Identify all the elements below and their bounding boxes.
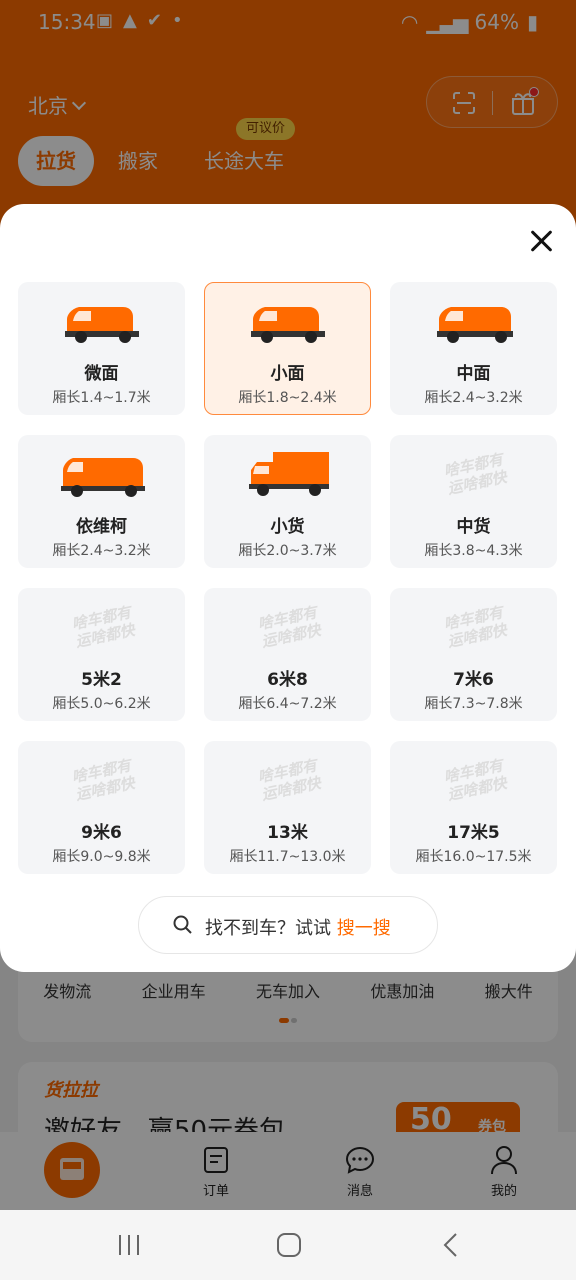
- vehicle-card-iveco[interactable]: 依维柯 厢长2.4~3.2米: [18, 435, 185, 568]
- truck-image: [249, 452, 329, 496]
- vehicle-name: 5米2: [81, 670, 122, 690]
- vehicle-card-17m5[interactable]: 啥车都有 运啥都快 17米5 厢长16.0~17.5米: [390, 741, 557, 874]
- placeholder-watermark: 啥车都有 运啥都快: [442, 603, 509, 651]
- vehicle-select-sheet: 微面 厢长1.4~1.7米 小面 厢长1.8~2.4米 中面 厢长2.4~3.2…: [0, 204, 576, 972]
- vehicle-name: 6米8: [267, 670, 308, 690]
- close-button[interactable]: [524, 224, 558, 258]
- vehicle-size: 厢长1.8~2.4米: [238, 390, 337, 406]
- recent-apps-icon[interactable]: [114, 1230, 144, 1260]
- placeholder-watermark: 啥车都有 运啥都快: [256, 756, 323, 804]
- vehicle-card-mini-van[interactable]: 微面 厢长1.4~1.7米: [18, 282, 185, 415]
- vehicle-size: 厢长3.8~4.3米: [424, 543, 523, 559]
- search-prefix: 找不到车？试试: [205, 918, 337, 939]
- vehicle-card-small-truck[interactable]: 小货 厢长2.0~3.7米: [204, 435, 371, 568]
- vehicle-card-9m6[interactable]: 啥车都有 运啥都快 9米6 厢长9.0~9.8米: [18, 741, 185, 874]
- vehicle-name: 微面: [84, 364, 119, 384]
- vehicle-card-small-van[interactable]: 小面 厢长1.8~2.4米: [204, 282, 371, 415]
- vehicle-name: 13米: [267, 823, 308, 843]
- vehicle-name: 7米6: [453, 670, 494, 690]
- search-vehicle-button[interactable]: 找不到车？试试 搜一搜: [138, 896, 438, 954]
- search-prompt: 找不到车？试试 搜一搜: [205, 914, 391, 940]
- vehicle-size: 厢长1.4~1.7米: [52, 390, 151, 406]
- placeholder-watermark: 啥车都有 运啥都快: [442, 450, 509, 498]
- placeholder-watermark: 啥车都有 运啥都快: [70, 603, 137, 651]
- van-image: [437, 307, 513, 343]
- vehicle-size: 厢长7.3~7.8米: [424, 696, 523, 712]
- placeholder-watermark: 啥车都有 运啥都快: [70, 756, 137, 804]
- van-image: [65, 307, 139, 343]
- back-icon[interactable]: [436, 1230, 466, 1260]
- search-icon: [173, 915, 192, 934]
- vehicle-card-medium-van[interactable]: 中面 厢长2.4~3.2米: [390, 282, 557, 415]
- vehicle-card-6m8[interactable]: 啥车都有 运啥都快 6米8 厢长6.4~7.2米: [204, 588, 371, 721]
- vehicle-name: 9米6: [81, 823, 122, 843]
- vehicle-name: 中货: [456, 517, 491, 537]
- vehicle-card-13m[interactable]: 啥车都有 运啥都快 13米 厢长11.7~13.0米: [204, 741, 371, 874]
- vehicle-size: 厢长6.4~7.2米: [238, 696, 337, 712]
- vehicle-size: 厢长2.0~3.7米: [238, 543, 337, 559]
- vehicle-name: 小货: [270, 517, 305, 537]
- vehicle-grid: 微面 厢长1.4~1.7米 小面 厢长1.8~2.4米 中面 厢长2.4~3.2…: [18, 282, 558, 874]
- vehicle-card-7m6[interactable]: 啥车都有 运啥都快 7米6 厢长7.3~7.8米: [390, 588, 557, 721]
- vehicle-size: 厢长16.0~17.5米: [415, 849, 532, 865]
- vehicle-card-medium-truck[interactable]: 啥车都有 运啥都快 中货 厢长3.8~4.3米: [390, 435, 557, 568]
- vehicle-name: 小面: [270, 364, 305, 384]
- placeholder-watermark: 啥车都有 运啥都快: [442, 756, 509, 804]
- search-link[interactable]: 搜一搜: [337, 918, 391, 939]
- vehicle-name: 中面: [456, 364, 491, 384]
- vehicle-size: 厢长9.0~9.8米: [52, 849, 151, 865]
- van-image: [61, 458, 145, 497]
- vehicle-size: 厢长2.4~3.2米: [52, 543, 151, 559]
- home-icon[interactable]: [274, 1230, 304, 1260]
- placeholder-watermark: 啥车都有 运啥都快: [256, 603, 323, 651]
- vehicle-size: 厢长11.7~13.0米: [229, 849, 346, 865]
- vehicle-card-5m2[interactable]: 啥车都有 运啥都快 5米2 厢长5.0~6.2米: [18, 588, 185, 721]
- vehicle-size: 厢长2.4~3.2米: [424, 390, 523, 406]
- vehicle-name: 依维柯: [76, 517, 127, 537]
- vehicle-size: 厢长5.0~6.2米: [52, 696, 151, 712]
- vehicle-name: 17米5: [447, 823, 500, 843]
- van-image: [251, 307, 325, 343]
- system-nav-bar: [0, 1210, 576, 1280]
